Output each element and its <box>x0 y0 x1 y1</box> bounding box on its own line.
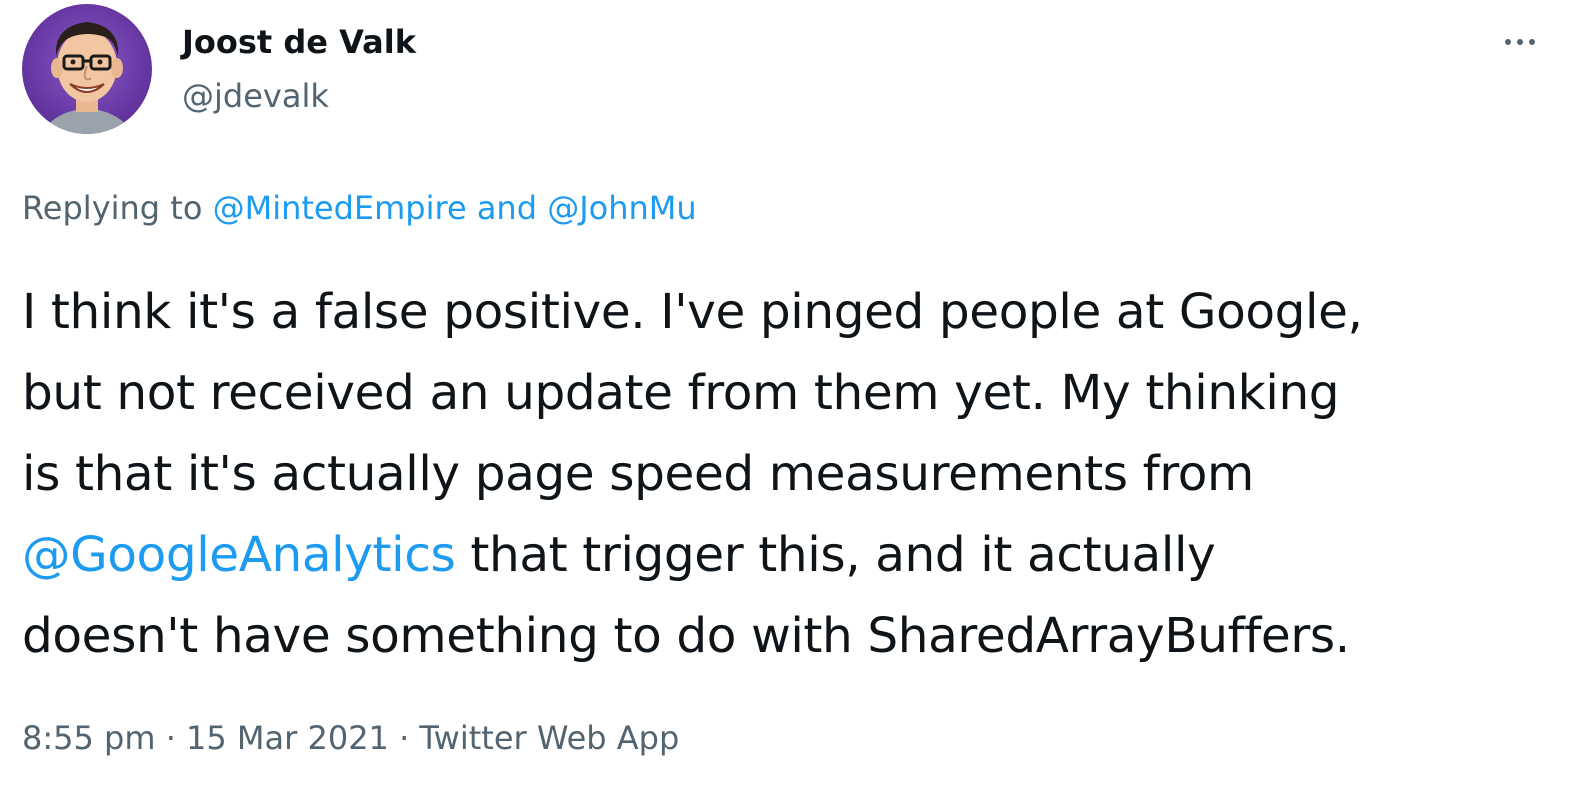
reply-prefix: Replying to <box>22 189 213 227</box>
mention-link[interactable]: @GoogleAnalytics <box>22 527 456 583</box>
author-block: Joost de Valk @jdevalk <box>182 20 416 118</box>
tweet-text-line: is that it's actually page speed measure… <box>22 446 1254 502</box>
author-display-name[interactable]: Joost de Valk <box>182 20 416 64</box>
tweet-text-line: @GoogleAnalytics that trigger this, and … <box>22 515 1552 596</box>
more-horizontal-icon <box>1529 39 1535 45</box>
author-handle[interactable]: @jdevalk <box>182 74 416 118</box>
avatar[interactable] <box>22 4 152 134</box>
tweet-source-link[interactable]: Twitter Web App <box>419 719 679 757</box>
tweet-body: I think it's a false positive. I've ping… <box>22 272 1552 677</box>
tweet-text-line: I think it's a false positive. I've ping… <box>22 284 1363 340</box>
tweet-text-fragment: that trigger this, and it actually <box>455 527 1216 583</box>
more-options-button[interactable] <box>1490 24 1550 60</box>
tweet-time-link[interactable]: 8:55 pm <box>22 719 156 757</box>
reply-context: Replying to @MintedEmpire and @JohnMu <box>22 186 697 230</box>
avatar-caricature-icon <box>42 22 132 134</box>
tweet-text-line: but not received an update from them yet… <box>22 365 1340 421</box>
mention-link[interactable]: @MintedEmpire <box>213 189 467 227</box>
meta-separator: · <box>388 719 420 757</box>
more-horizontal-icon <box>1505 39 1511 45</box>
reply-joiner: and <box>466 189 548 227</box>
tweet-card: Joost de Valk @jdevalk Replying to @Mint… <box>0 0 1575 787</box>
tweet-text-line: doesn't have something to do with Shared… <box>22 608 1350 664</box>
more-horizontal-icon <box>1517 39 1523 45</box>
mention-link[interactable]: @JohnMu <box>547 189 696 227</box>
tweet-meta: 8:55 pm · 15 Mar 2021 · Twitter Web App <box>22 716 679 760</box>
meta-separator: · <box>155 719 187 757</box>
tweet-date-link[interactable]: 15 Mar 2021 <box>186 719 389 757</box>
